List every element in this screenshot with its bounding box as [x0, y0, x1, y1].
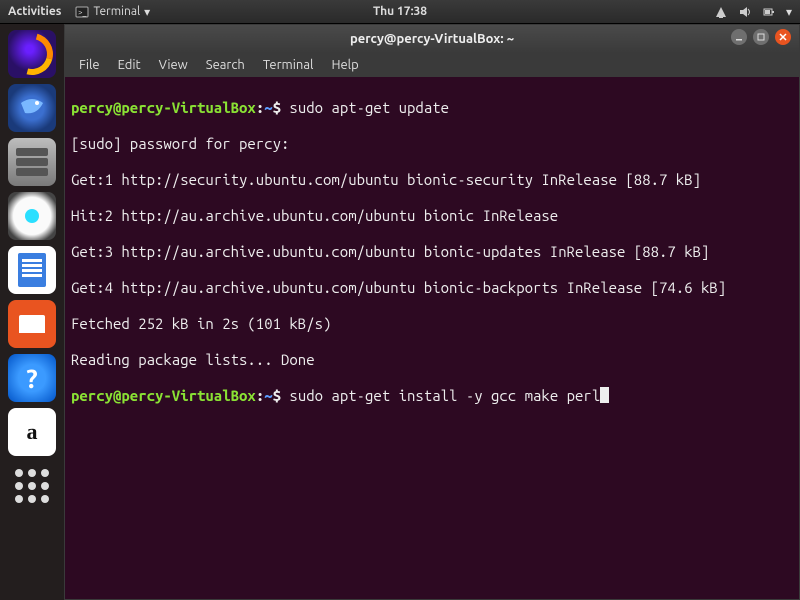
- close-button[interactable]: [775, 29, 791, 45]
- menu-file[interactable]: File: [71, 56, 108, 74]
- volume-icon[interactable]: [738, 5, 752, 19]
- menu-help[interactable]: Help: [323, 56, 366, 74]
- command-text: sudo apt-get update: [281, 99, 449, 116]
- terminal-cursor: [600, 387, 609, 403]
- chevron-down-icon: ▾: [144, 5, 150, 19]
- chevron-down-icon[interactable]: ▾: [786, 5, 792, 19]
- dock-help[interactable]: ?: [8, 354, 56, 402]
- app-menu-label: Terminal: [93, 5, 140, 18]
- terminal-body[interactable]: percy@percy-VirtualBox:~$ sudo apt-get u…: [65, 77, 799, 599]
- top-panel: Activities >_ Terminal ▾ Thu 17:38 ▾: [0, 0, 800, 24]
- prompt-sep: :: [256, 387, 264, 404]
- clock: Thu 17:38: [373, 5, 427, 18]
- terminal-output-line: Fetched 252 kB in 2s (101 kB/s): [71, 315, 793, 333]
- dock-rhythmbox[interactable]: [8, 192, 56, 240]
- network-icon[interactable]: [714, 5, 728, 19]
- battery-icon[interactable]: [762, 5, 776, 19]
- menu-terminal[interactable]: Terminal: [255, 56, 322, 74]
- close-icon: [779, 33, 787, 41]
- menu-edit[interactable]: Edit: [110, 56, 149, 74]
- prompt-dollar: $: [273, 99, 281, 116]
- thunderbird-icon: [17, 93, 47, 123]
- terminal-output-line: Reading package lists... Done: [71, 351, 793, 369]
- menu-search[interactable]: Search: [198, 56, 253, 74]
- terminal-output-line: Get:4 http://au.archive.ubuntu.com/ubunt…: [71, 279, 793, 297]
- dock-amazon[interactable]: a: [8, 408, 56, 456]
- terminal-output-line: [sudo] password for percy:: [71, 135, 793, 153]
- svg-text:>_: >_: [78, 8, 87, 17]
- menu-view[interactable]: View: [151, 56, 196, 74]
- dock-thunderbird[interactable]: [8, 84, 56, 132]
- terminal-output-line: Get:1 http://security.ubuntu.com/ubuntu …: [71, 171, 793, 189]
- dock-show-applications[interactable]: [8, 462, 56, 510]
- window-titlebar[interactable]: percy@percy-VirtualBox: ~: [65, 25, 799, 53]
- dock-libreoffice-writer[interactable]: [8, 246, 56, 294]
- terminal-icon: >_: [75, 5, 89, 19]
- command-text: sudo apt-get install -y gcc make perl: [281, 387, 600, 404]
- window-title: percy@percy-VirtualBox: ~: [350, 32, 514, 46]
- terminal-menubar: File Edit View Search Terminal Help: [65, 53, 799, 77]
- apps-grid-icon: [15, 469, 49, 503]
- terminal-output-line: Get:3 http://au.archive.ubuntu.com/ubunt…: [71, 243, 793, 261]
- activities-button[interactable]: Activities: [8, 5, 61, 18]
- maximize-button[interactable]: [753, 29, 769, 45]
- terminal-window: percy@percy-VirtualBox: ~ File Edit View…: [64, 24, 800, 600]
- document-icon: [18, 253, 46, 287]
- prompt-path: ~: [264, 99, 272, 116]
- dock-firefox[interactable]: [8, 30, 56, 78]
- minimize-button[interactable]: [731, 29, 747, 45]
- terminal-output-line: Hit:2 http://au.archive.ubuntu.com/ubunt…: [71, 207, 793, 225]
- window-controls: [731, 29, 791, 45]
- prompt-userhost: percy@percy-VirtualBox: [71, 387, 256, 404]
- prompt-userhost: percy@percy-VirtualBox: [71, 99, 256, 116]
- prompt-sep: :: [256, 99, 264, 116]
- dock-ubuntu-software[interactable]: [8, 300, 56, 348]
- app-menu-terminal[interactable]: >_ Terminal ▾: [75, 5, 150, 19]
- dock-files[interactable]: [8, 138, 56, 186]
- minimize-icon: [735, 33, 743, 41]
- prompt-path: ~: [264, 387, 272, 404]
- system-tray: ▾: [714, 5, 792, 19]
- maximize-icon: [757, 33, 765, 41]
- prompt-dollar: $: [273, 387, 281, 404]
- launcher-dock: ? a: [0, 24, 64, 600]
